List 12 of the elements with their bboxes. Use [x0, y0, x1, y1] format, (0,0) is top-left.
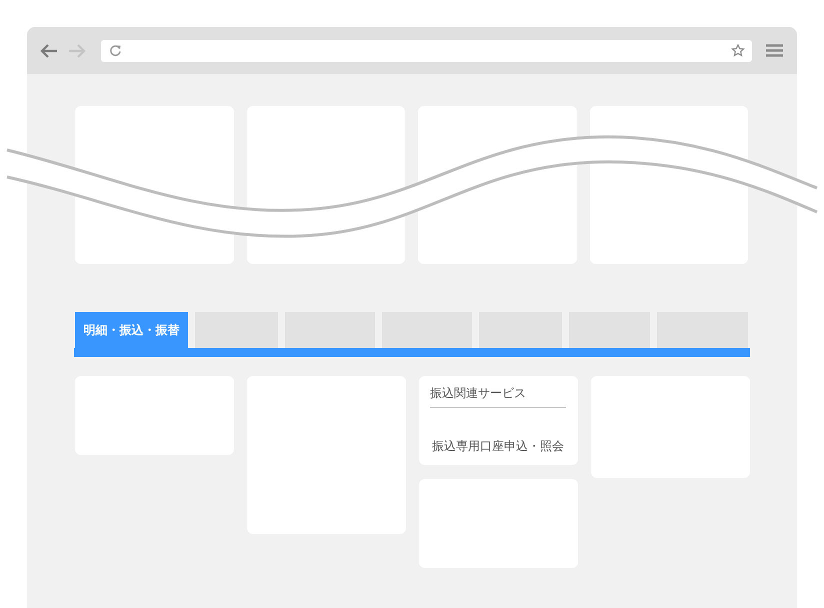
star-icon[interactable]	[731, 44, 745, 57]
tab[interactable]	[657, 312, 748, 348]
tab[interactable]	[479, 312, 562, 348]
service-link[interactable]: 振込専用口座申込・照会	[430, 438, 567, 455]
menu-icon[interactable]	[766, 44, 783, 57]
card-title: 振込関連サービス	[430, 385, 566, 408]
tab[interactable]	[195, 312, 278, 348]
tab[interactable]	[568, 312, 650, 348]
back-arrow-icon[interactable]	[40, 42, 58, 58]
tab[interactable]	[382, 312, 472, 348]
tab[interactable]	[285, 312, 375, 348]
reload-icon[interactable]	[109, 44, 122, 57]
